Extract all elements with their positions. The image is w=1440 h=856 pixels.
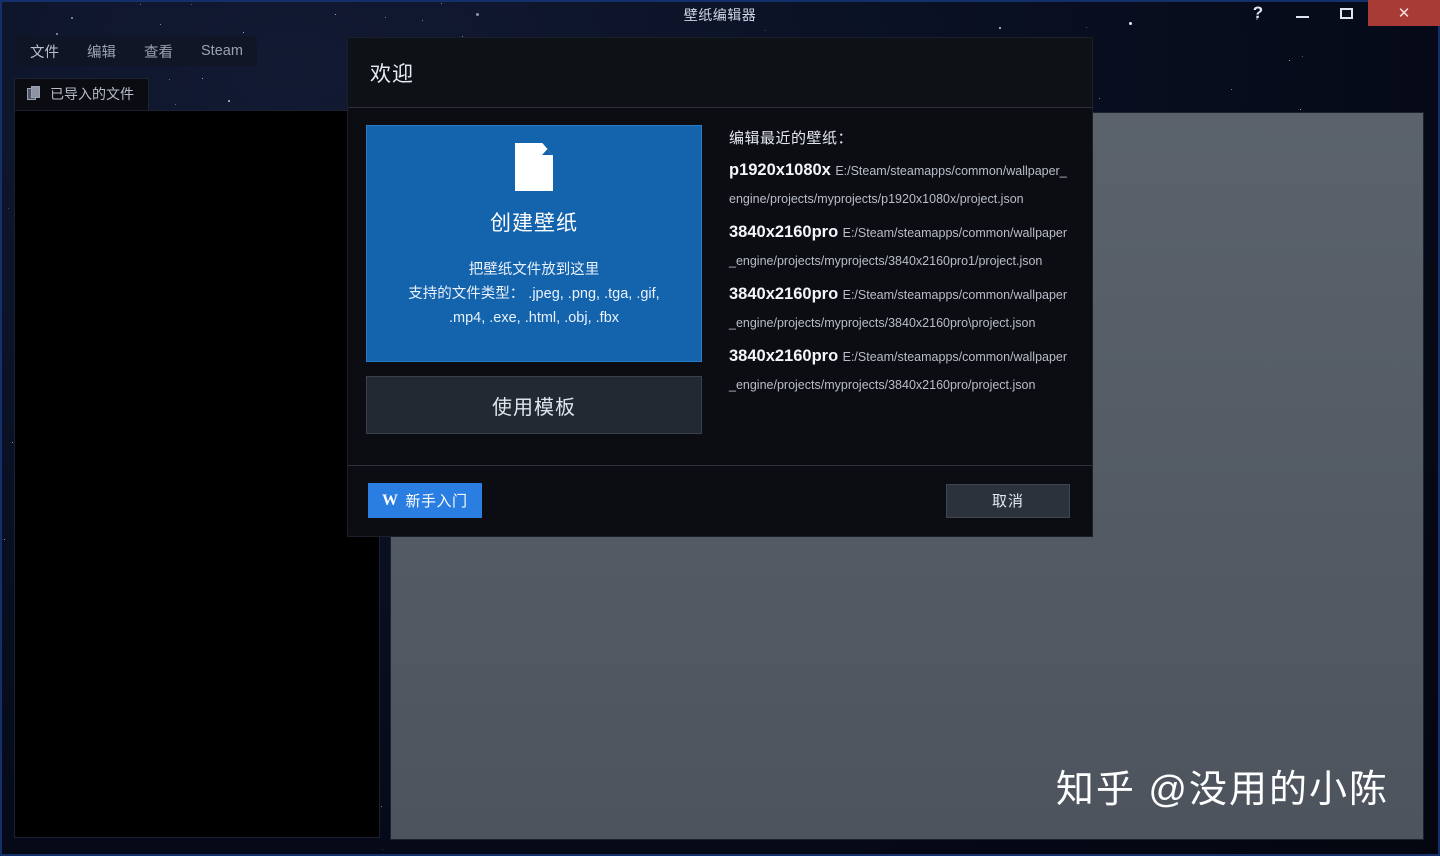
recent-name: 3840x2160pro [729, 285, 839, 303]
tutorial-button-label: 新手入门 [405, 493, 468, 510]
imported-files-panel[interactable] [14, 110, 380, 838]
menu-item-steam[interactable]: Steam [187, 39, 257, 63]
window-controls: ? ✕ [1236, 0, 1440, 26]
supported-types-line-1: 支持的文件类型： .jpeg, .png, .tga, .gif, [408, 286, 660, 302]
create-wallpaper-hint: 把壁纸文件放到这里 支持的文件类型： .jpeg, .png, .tga, .g… [400, 258, 667, 330]
tab-strip: 已导入的文件 [14, 78, 149, 110]
create-wallpaper-dropzone[interactable]: 创建壁纸 把壁纸文件放到这里 支持的文件类型： .jpeg, .png, .tg… [366, 125, 702, 362]
window-title: 壁纸编辑器 [683, 7, 757, 23]
recent-name: 3840x2160pro [729, 223, 839, 241]
tutorial-button[interactable]: W 新手入门 [368, 483, 482, 518]
drop-hint-line: 把壁纸文件放到这里 [468, 262, 600, 278]
menu-item-view[interactable]: 查看 [130, 37, 187, 66]
list-item[interactable]: 3840x2160pro E:/Steam/steamapps/common/w… [729, 281, 1072, 337]
workshop-w-icon: W [382, 491, 399, 509]
create-column: 创建壁纸 把壁纸文件放到这里 支持的文件类型： .jpeg, .png, .tg… [366, 125, 702, 465]
list-item[interactable]: p1920x1080x E:/Steam/steamapps/common/wa… [729, 157, 1072, 213]
use-template-button[interactable]: 使用模板 [366, 376, 702, 434]
files-icon [27, 86, 42, 102]
menu-item-file[interactable]: 文件 [16, 37, 73, 66]
title-bar[interactable]: 壁纸编辑器 ? ✕ [0, 0, 1440, 28]
dialog-header: 欢迎 [348, 38, 1092, 108]
minimize-icon[interactable] [1280, 0, 1324, 26]
wallpaper-editor-window: 壁纸编辑器 ? ✕ 文件 编辑 查看 Steam 已导入的文件 知乎 @没用的小… [0, 0, 1440, 856]
maximize-icon[interactable] [1324, 0, 1368, 26]
recent-name: 3840x2160pro [729, 347, 839, 365]
tab-imported-files[interactable]: 已导入的文件 [14, 78, 149, 110]
create-wallpaper-title: 创建壁纸 [490, 212, 578, 235]
list-item[interactable]: 3840x2160pro E:/Steam/steamapps/common/w… [729, 219, 1072, 275]
watermark-text: 知乎 @没用的小陈 [1055, 769, 1389, 811]
dialog-body: 创建壁纸 把壁纸文件放到这里 支持的文件类型： .jpeg, .png, .tg… [348, 108, 1092, 465]
close-icon[interactable]: ✕ [1368, 0, 1440, 26]
tab-label: 已导入的文件 [50, 86, 134, 102]
dialog-footer: W 新手入门 取消 [348, 465, 1092, 535]
menu-bar: 文件 编辑 查看 Steam [16, 36, 257, 66]
cancel-button[interactable]: 取消 [946, 483, 1070, 518]
help-icon[interactable]: ? [1236, 0, 1280, 26]
recent-wallpapers-column: 编辑最近的壁纸： p1920x1080x E:/Steam/steamapps/… [702, 125, 1072, 465]
welcome-dialog: 欢迎 创建壁纸 把壁纸文件放到这里 支持的文件类型： .jpeg, .png, … [348, 38, 1092, 536]
list-item[interactable]: 3840x2160pro E:/Steam/steamapps/common/w… [729, 343, 1072, 399]
document-icon [515, 143, 553, 191]
menu-item-edit[interactable]: 编辑 [73, 37, 130, 66]
dialog-title: 欢迎 [370, 62, 414, 86]
recent-name: p1920x1080x [729, 161, 831, 179]
supported-types-line-2: .mp4, .exe, .html, .obj, .fbx [448, 310, 620, 326]
recent-heading: 编辑最近的壁纸： [729, 130, 854, 147]
